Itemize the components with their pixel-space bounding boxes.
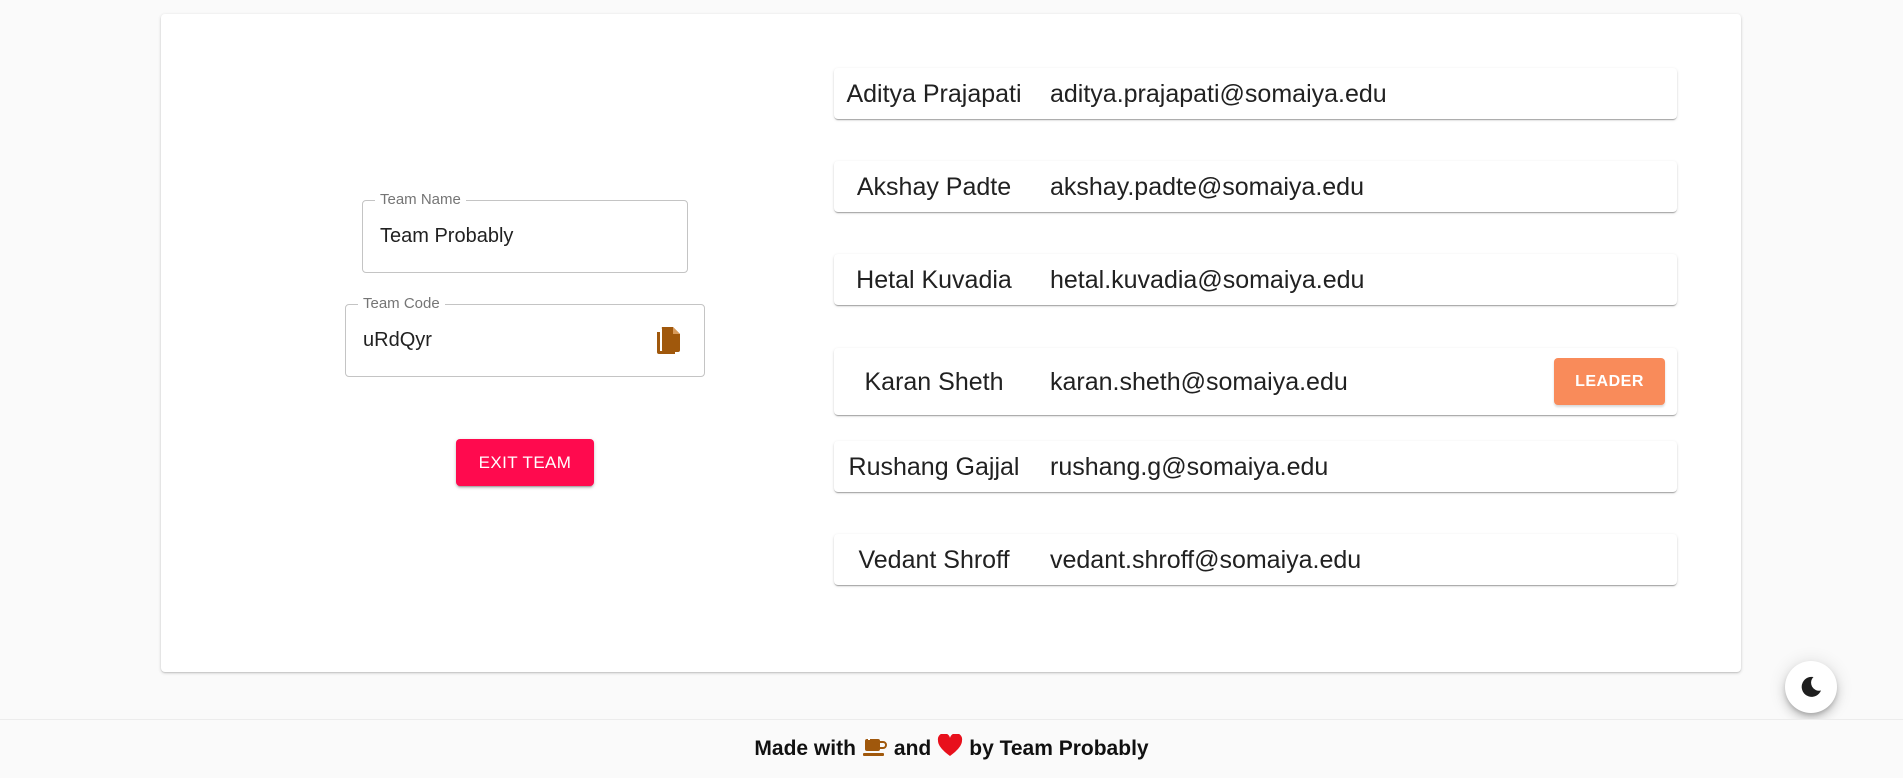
footer-by: by Team Probably: [969, 737, 1149, 760]
member-email: akshay.padte@somaiya.edu: [1050, 173, 1364, 201]
member-row-leader: Karan Sheth karan.sheth@somaiya.edu LEAD…: [834, 348, 1677, 415]
member-email: karan.sheth@somaiya.edu: [1050, 368, 1348, 396]
coffee-icon: [862, 737, 887, 756]
team-card: Team Name Team Probably Team Code uRdQyr…: [161, 14, 1741, 672]
member-row: Rushang Gajjal rushang.g@somaiya.edu: [834, 441, 1677, 492]
team-code-label: Team Code: [358, 296, 445, 312]
team-name-field[interactable]: Team Name Team Probably: [362, 192, 688, 273]
theme-toggle-button[interactable]: [1785, 661, 1837, 713]
member-email: hetal.kuvadia@somaiya.edu: [1050, 266, 1365, 294]
leader-badge[interactable]: LEADER: [1554, 358, 1665, 405]
moon-icon: [1801, 676, 1821, 697]
copy-icon[interactable]: [654, 325, 682, 357]
member-email: rushang.g@somaiya.edu: [1050, 453, 1329, 481]
member-name: Rushang Gajjal: [848, 453, 1020, 481]
member-name: Hetal Kuvadia: [856, 266, 1012, 294]
member-name: Karan Sheth: [864, 368, 1004, 396]
team-code-field[interactable]: Team Code uRdQyr: [345, 296, 705, 377]
member-row: Hetal Kuvadia hetal.kuvadia@somaiya.edu: [834, 254, 1677, 305]
member-row: Vedant Shroff vedant.shroff@somaiya.edu: [834, 534, 1677, 585]
team-name-label: Team Name: [375, 192, 466, 208]
team-name-value: Team Probably: [380, 225, 514, 247]
member-row: Aditya Prajapati aditya.prajapati@somaiy…: [834, 68, 1677, 119]
member-name: Vedant Shroff: [858, 546, 1010, 574]
member-row: Akshay Padte akshay.padte@somaiya.edu: [834, 161, 1677, 212]
exit-team-button[interactable]: EXIT TEAM: [456, 439, 594, 486]
footer-and: and: [893, 737, 932, 760]
footer-made-with: Made with: [754, 737, 856, 760]
member-name: Akshay Padte: [856, 173, 1012, 201]
member-name: Aditya Prajapati: [846, 80, 1022, 108]
member-email: vedant.shroff@somaiya.edu: [1050, 546, 1362, 574]
footer: Made with and by Team Probably: [0, 719, 1903, 778]
heart-icon: [938, 733, 963, 756]
member-email: aditya.prajapati@somaiya.edu: [1050, 80, 1387, 108]
team-code-value: uRdQyr: [363, 329, 432, 351]
